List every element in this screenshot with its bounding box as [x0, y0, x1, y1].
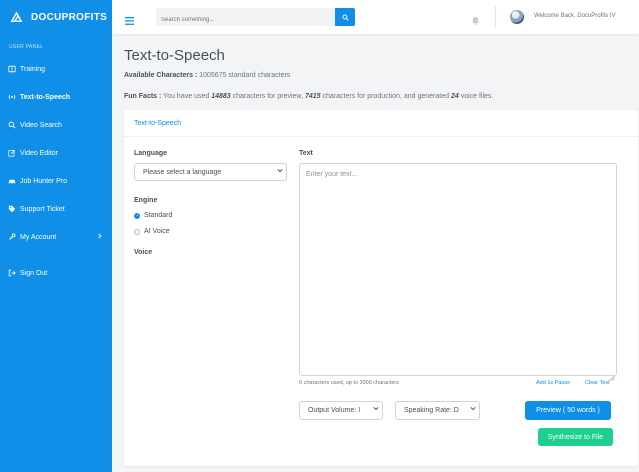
- output-volume-value: Output Volume: I: [308, 407, 361, 414]
- menu-toggle-icon[interactable]: [125, 12, 134, 25]
- topbar: Welcome Back, DocuProfits IV: [112, 0, 639, 34]
- sidebar-item-training[interactable]: Training: [0, 55, 112, 83]
- engine-option-standard[interactable]: Standard: [134, 212, 172, 219]
- sidebar-section-label: USER PANEL: [9, 44, 44, 50]
- topbar-divider: [495, 6, 496, 28]
- engine-option-label: Standard: [144, 212, 173, 219]
- radio-ai-voice[interactable]: [134, 228, 140, 235]
- sidebar-nav: Training Text-to-Speech Video Search Vid…: [0, 55, 112, 287]
- sidebar-item-label: Sign Out: [20, 269, 48, 277]
- fun-facts-text: voice files.: [460, 93, 494, 100]
- chevron-down-icon: [470, 406, 476, 413]
- character-counter: 0 characters used, up to 3000 characters: [299, 380, 399, 386]
- text-label: Text: [299, 150, 313, 157]
- search-icon: [342, 14, 349, 21]
- brand[interactable]: DOCUPROFITS: [0, 0, 112, 34]
- welcome-text[interactable]: Welcome Back, DocuProfits IV: [534, 13, 616, 19]
- available-characters-line: Available Characters : 1005675 standard …: [124, 72, 290, 79]
- sidebar-item-label: Training: [20, 65, 46, 73]
- sidebar-item-video-search[interactable]: Video Search: [0, 111, 112, 139]
- available-value: 1005675 standard characters: [199, 72, 291, 79]
- sidebar-item-label: Text-to-Speech: [20, 93, 71, 101]
- page-title: Text-to-Speech: [124, 47, 225, 64]
- brand-logo-icon: [10, 10, 23, 24]
- broadcast-icon: [8, 93, 16, 101]
- main-content: Text-to-Speech Available Characters : 10…: [112, 34, 639, 472]
- resize-grip-icon[interactable]: [609, 368, 615, 381]
- sidebar-item-job-hunter-pro[interactable]: Job Hunter Pro: [0, 167, 112, 195]
- sign-out-icon: [8, 269, 16, 277]
- engine-option-label: AI Voice: [144, 228, 170, 235]
- sidebar-item-label: Video Editor: [20, 149, 59, 157]
- fun-facts-label: Fun Facts :: [124, 93, 162, 100]
- sidebar-item-video-editor[interactable]: Video Editor: [0, 139, 112, 167]
- fun-facts-line: Fun Facts : You have used 14883 characte…: [124, 93, 493, 100]
- voice-files-count: 24: [450, 93, 459, 100]
- sidebar-item-label: Support Ticket: [20, 205, 65, 213]
- add-pause-link[interactable]: Add 1s Pause: [536, 380, 570, 386]
- card-title: Text-to-Speech: [124, 110, 638, 137]
- tts-card: Text-to-Speech Language Please select a …: [124, 110, 638, 466]
- chevron-down-icon: [277, 168, 283, 175]
- language-select[interactable]: Please select a language: [134, 163, 287, 181]
- brand-name: DOCUPROFITS: [31, 11, 108, 23]
- engine-label: Engine: [134, 197, 158, 204]
- chevron-down-icon: [373, 406, 379, 413]
- search-input[interactable]: [156, 11, 335, 29]
- available-label: Available Characters :: [124, 72, 198, 79]
- speaking-rate-select[interactable]: Speaking Rate: D: [395, 401, 480, 420]
- speaking-rate-value: Speaking Rate: D: [404, 407, 459, 414]
- language-select-value: Please select a language: [143, 168, 222, 176]
- notification-bell-icon[interactable]: [471, 12, 480, 25]
- edit-icon: [8, 149, 16, 157]
- sidebar-item-sign-out[interactable]: Sign Out: [0, 259, 112, 287]
- sidebar-item-my-account[interactable]: My Account: [0, 223, 112, 251]
- search-icon: [8, 121, 16, 129]
- sidebar-item-label: My Account: [20, 233, 57, 241]
- sidebar-item-label: Video Search: [20, 121, 62, 129]
- sidebar-item-support-ticket[interactable]: Support Ticket: [0, 195, 112, 223]
- avatar[interactable]: [510, 10, 524, 24]
- chevron-right-icon: [98, 233, 102, 241]
- output-volume-select[interactable]: Output Volume: I: [299, 401, 383, 420]
- preview-button[interactable]: Preview ( 50 words ): [525, 401, 611, 420]
- clear-text-link[interactable]: Clear Text: [585, 380, 610, 386]
- fun-facts-text: characters for preview,: [232, 93, 304, 100]
- wrench-icon: [8, 233, 16, 241]
- sidebar: DOCUPROFITS USER PANEL Training Text-to-…: [0, 0, 112, 472]
- book-icon: [8, 65, 16, 73]
- car-icon: [8, 177, 16, 185]
- voice-label: Voice: [134, 249, 153, 256]
- tag-icon: [8, 205, 16, 213]
- radio-standard[interactable]: [134, 212, 140, 219]
- production-chars-count: 7415: [304, 93, 321, 100]
- search-button[interactable]: [335, 8, 355, 26]
- search-box: [156, 8, 335, 29]
- sidebar-item-text-to-speech[interactable]: Text-to-Speech: [0, 83, 112, 111]
- synthesize-button[interactable]: Synthesize to File: [538, 428, 613, 446]
- preview-chars-count: 14883: [211, 93, 231, 100]
- fun-facts-text: You have used: [163, 93, 210, 100]
- fun-facts-text: characters for production, and generated: [322, 93, 449, 100]
- text-input[interactable]: [299, 163, 617, 376]
- language-label: Language: [134, 150, 168, 157]
- sidebar-item-label: Job Hunter Pro: [20, 177, 68, 185]
- engine-option-ai-voice[interactable]: AI Voice: [134, 228, 170, 235]
